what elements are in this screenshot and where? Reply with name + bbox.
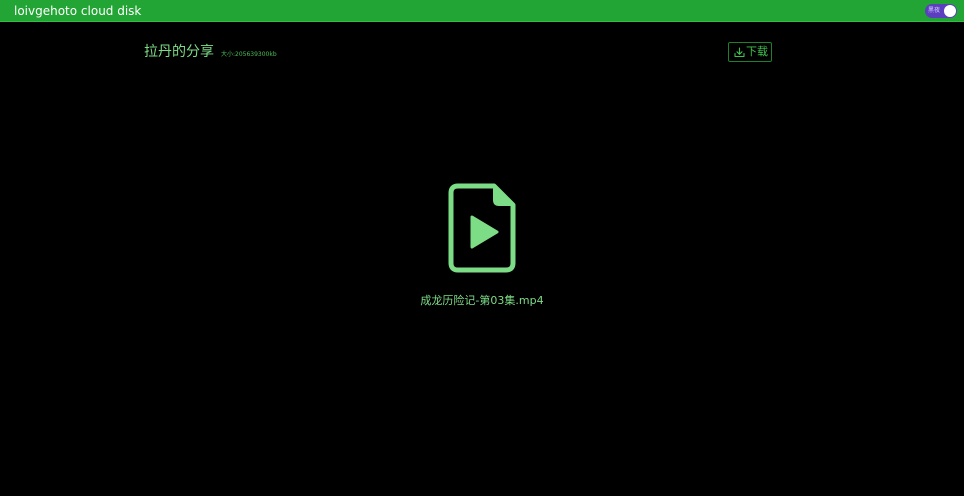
file-size-label: 大小:205639300kb xyxy=(221,51,277,58)
theme-toggle-label: 黑夜 xyxy=(928,7,941,14)
top-bar: loivgehoto cloud disk 黑夜 xyxy=(0,0,964,22)
download-label: 下载 xyxy=(746,46,768,58)
file-name: 成龙历险记-第03集.mp4 xyxy=(420,294,544,307)
app-title: loivgehoto cloud disk xyxy=(14,4,142,18)
share-title: 拉丹的分享 xyxy=(144,44,214,60)
video-file-icon xyxy=(448,183,516,273)
theme-toggle[interactable]: 黑夜 xyxy=(925,4,957,18)
download-icon xyxy=(734,47,745,58)
toggle-knob xyxy=(944,5,956,17)
download-button[interactable]: 下载 xyxy=(728,42,772,62)
